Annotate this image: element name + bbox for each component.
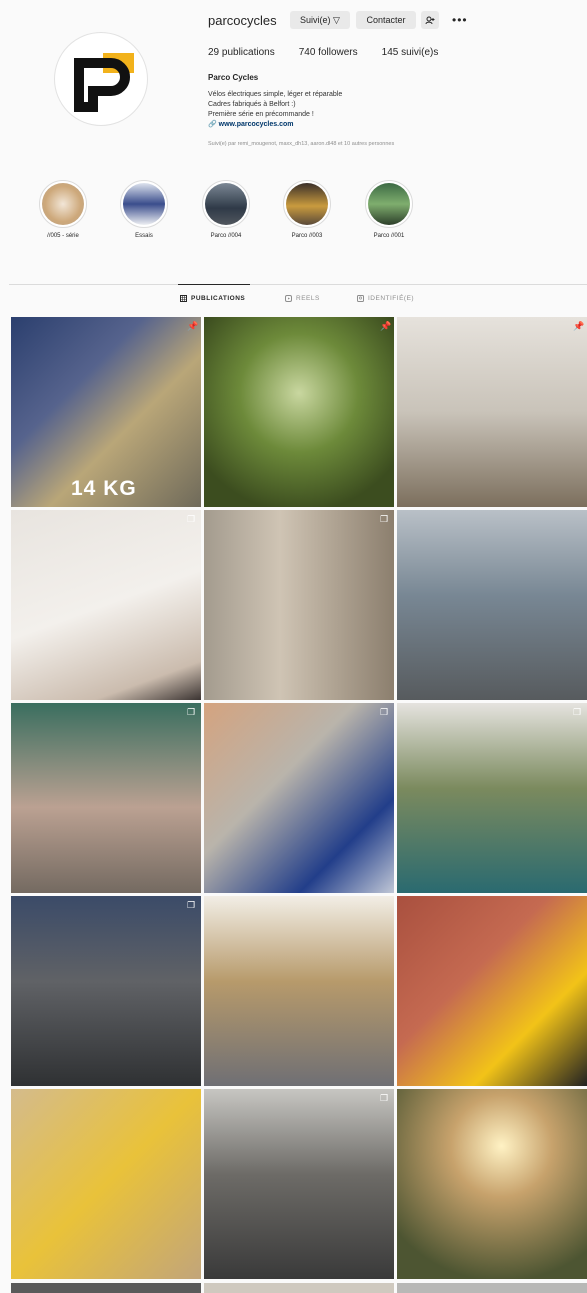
carousel-icon: ❐ (380, 514, 389, 524)
highlight-item[interactable]: Parco //004 (196, 180, 256, 239)
carousel-icon: ❐ (380, 1093, 389, 1103)
post-thumbnail[interactable] (11, 1089, 201, 1279)
pin-icon: 📌 (380, 321, 392, 331)
bio-line: Cadres fabriqués à Belfort :) (208, 101, 296, 108)
highlight-cover (39, 180, 87, 228)
publications-count: 29 publications (208, 47, 275, 58)
highlight-label: Parco //001 (373, 233, 405, 239)
post-thumbnail[interactable]: ❐ (204, 703, 394, 893)
post-thumbnail[interactable]: 📌 (397, 317, 587, 507)
highlight-item[interactable]: Parco //003 (277, 180, 337, 239)
post-overlay-text: 14 KG (71, 477, 137, 500)
tab-label: REELS (296, 295, 320, 302)
bio-line: Vélos électriques simple, léger et répar… (208, 91, 343, 98)
highlight-item[interactable]: //005 - série (33, 180, 93, 239)
profile-bio: Vélos électriques simple, léger et répar… (208, 90, 342, 130)
profile-avatar[interactable] (54, 32, 148, 126)
followers-count[interactable]: 740 followers (299, 47, 358, 58)
contact-button[interactable]: Contacter (356, 11, 416, 29)
post-thumbnail[interactable] (11, 1283, 201, 1293)
reels-icon (285, 295, 292, 302)
highlight-label: //005 - série (47, 233, 79, 239)
profile-username: parcocycles (208, 13, 277, 28)
carousel-icon: ❐ (187, 900, 196, 910)
tag-icon (357, 295, 364, 302)
carousel-icon: ❐ (187, 707, 196, 717)
following-count[interactable]: 145 suivi(e)s (382, 47, 439, 58)
post-thumbnail[interactable]: ❐ (11, 510, 201, 700)
tab-tagged[interactable]: IDENTIFIÉ(E) (357, 295, 414, 302)
tab-reels[interactable]: REELS (285, 295, 320, 302)
post-thumbnail[interactable] (204, 1283, 394, 1293)
active-tab-indicator (178, 284, 250, 285)
profile-website-link[interactable]: www.parcocycles.com (219, 121, 294, 128)
post-thumbnail[interactable]: 📌 14 KG (11, 317, 201, 507)
pin-icon: 📌 (573, 321, 585, 331)
carousel-icon: ❐ (573, 707, 582, 717)
profile-full-name: Parco Cycles (208, 73, 259, 82)
post-thumbnail[interactable]: ❐ (397, 703, 587, 893)
highlight-label: Essais (135, 233, 153, 239)
pin-icon: 📌 (187, 321, 199, 331)
tab-label: PUBLICATIONS (191, 295, 246, 302)
posts-grid-next-row (11, 1283, 587, 1293)
post-thumbnail[interactable]: 📌 (204, 317, 394, 507)
highlight-cover (202, 180, 250, 228)
followed-by-text[interactable]: Suivi(e) par remi_mougenot, maxx_dh13, a… (208, 141, 394, 147)
post-thumbnail[interactable] (397, 896, 587, 1086)
post-thumbnail[interactable]: ❐ (204, 1089, 394, 1279)
profile-stats: 29 publications 740 followers 145 suivi(… (208, 47, 438, 58)
carousel-icon: ❐ (187, 514, 196, 524)
post-thumbnail[interactable]: ❐ (204, 510, 394, 700)
highlight-item[interactable]: Parco //001 (359, 180, 419, 239)
post-thumbnail[interactable] (397, 1089, 587, 1279)
post-thumbnail[interactable] (397, 1283, 587, 1293)
highlight-cover (120, 180, 168, 228)
post-thumbnail[interactable]: ❐ (11, 703, 201, 893)
grid-icon (180, 295, 187, 302)
tab-publications[interactable]: PUBLICATIONS (180, 295, 245, 302)
person-add-icon (425, 16, 435, 24)
link-icon: 🔗 (208, 121, 217, 128)
highlight-label: Parco //003 (291, 233, 323, 239)
bio-line: Première série en précommande ! (208, 111, 314, 118)
suggest-accounts-button[interactable] (421, 11, 439, 29)
posts-grid: 📌 14 KG 📌 📌 ❐ ❐ ❐ ❐ ❐ ❐ ❐ (11, 317, 587, 1279)
post-thumbnail[interactable] (397, 510, 587, 700)
highlight-item[interactable]: Essais (114, 180, 174, 239)
post-thumbnail[interactable] (204, 896, 394, 1086)
highlight-label: Parco //004 (210, 233, 242, 239)
follow-button[interactable]: Suivi(e) ▽ (290, 11, 350, 29)
profile-header: parcocycles Suivi(e) ▽ Contacter ••• 29 … (0, 0, 587, 280)
tab-label: IDENTIFIÉ(E) (368, 295, 415, 302)
tabs-divider (9, 284, 587, 285)
highlight-cover (365, 180, 413, 228)
highlight-cover (283, 180, 331, 228)
carousel-icon: ❐ (380, 707, 389, 717)
post-thumbnail[interactable]: ❐ (11, 896, 201, 1086)
story-highlights: //005 - série Essais Parco //004 Parco /… (0, 180, 587, 250)
more-options-icon[interactable]: ••• (452, 13, 468, 27)
